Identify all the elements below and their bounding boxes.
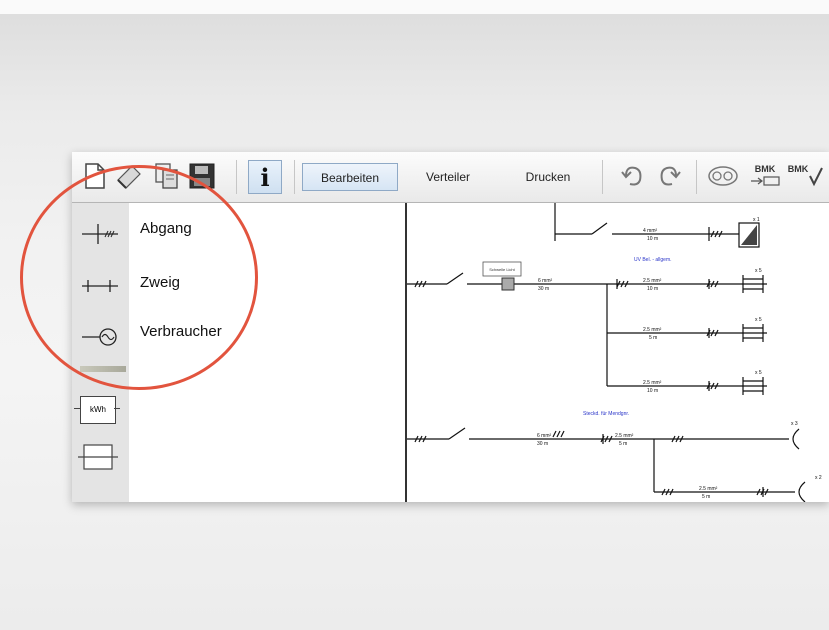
conductor-ticks	[671, 435, 684, 443]
socket-load-symbol	[798, 481, 806, 502]
multiplier-label: x 2	[815, 475, 822, 481]
switch-contact	[448, 427, 466, 440]
bmk-label: BMK	[755, 164, 776, 174]
meter-lead	[114, 408, 120, 409]
kwh-meter-icon[interactable]: kWh	[80, 396, 116, 424]
sensor-device	[501, 277, 515, 291]
multiplier-label: x 1	[753, 217, 760, 223]
group-label: Steckd. für Mendgnr.	[583, 411, 629, 417]
length-label: 10 m	[647, 388, 658, 394]
cable-label: 6 mm²	[537, 433, 552, 439]
distribution-box-icon[interactable]	[76, 441, 120, 473]
multiplier-label: x 3	[791, 421, 798, 427]
conductor-ticks	[414, 280, 427, 288]
undo-icon[interactable]	[620, 162, 646, 190]
highlight-circle	[20, 165, 258, 390]
cable-label: 2.5 mm²	[615, 433, 634, 439]
tab-drucken[interactable]: Drucken	[508, 163, 588, 191]
bmk-label: BMK	[788, 164, 809, 174]
cable-label: 4 mm²	[643, 228, 658, 234]
multiplier-label: x 5	[755, 317, 762, 323]
toolbar-separator	[294, 160, 295, 194]
switch-box-label: Schwelle Licht	[489, 267, 515, 272]
bmk-export-icon[interactable]: BMK	[748, 162, 782, 192]
toolbar-separator	[602, 160, 603, 194]
background-band	[0, 0, 829, 14]
length-label: 5 m	[649, 335, 657, 341]
multiplier-label: x 5	[755, 268, 762, 274]
length-label: 30 m	[538, 286, 549, 292]
tab-verteiler[interactable]: Verteiler	[408, 163, 488, 191]
bmk-check-icon[interactable]: BMK	[784, 162, 824, 192]
length-label: 10 m	[647, 286, 658, 292]
kwh-label: kWh	[90, 405, 106, 414]
conductor-ticks	[616, 280, 629, 288]
length-label: 5 m	[702, 494, 710, 500]
group-label: UV Bel. - allgem.	[634, 257, 672, 263]
socket-load-symbol	[792, 428, 800, 450]
schematic-canvas[interactable]: Schwelle Licht 4 mm² 10 m UV Bel. - allg…	[407, 203, 829, 502]
length-label: 10 m	[647, 236, 658, 242]
switch-contact	[591, 222, 608, 235]
length-label: 30 m	[537, 441, 548, 447]
toolbar-separator	[236, 160, 237, 194]
conductor-ticks	[552, 430, 565, 438]
cable-label: 2.5 mm²	[643, 278, 662, 284]
conductor-ticks	[661, 488, 674, 496]
length-label: 5 m	[619, 441, 627, 447]
multiplier-label: x 5	[755, 370, 762, 376]
overview-icon[interactable]	[706, 162, 740, 190]
cable-label: 2.5 mm²	[699, 486, 718, 492]
cable-label: 6 mm²	[538, 278, 553, 284]
cable-label: 2.5 mm²	[643, 327, 662, 333]
info-icon: i	[260, 162, 270, 192]
info-button[interactable]: i	[248, 160, 282, 194]
meter-lead	[74, 408, 80, 409]
conductor-ticks	[710, 230, 723, 238]
toolbar-separator	[696, 160, 697, 194]
tab-bearbeiten[interactable]: Bearbeiten	[302, 163, 398, 191]
switch-contact	[446, 272, 464, 285]
cable-label: 2.5 mm²	[643, 380, 662, 386]
redo-icon[interactable]	[656, 162, 682, 190]
conductor-ticks	[414, 435, 427, 443]
